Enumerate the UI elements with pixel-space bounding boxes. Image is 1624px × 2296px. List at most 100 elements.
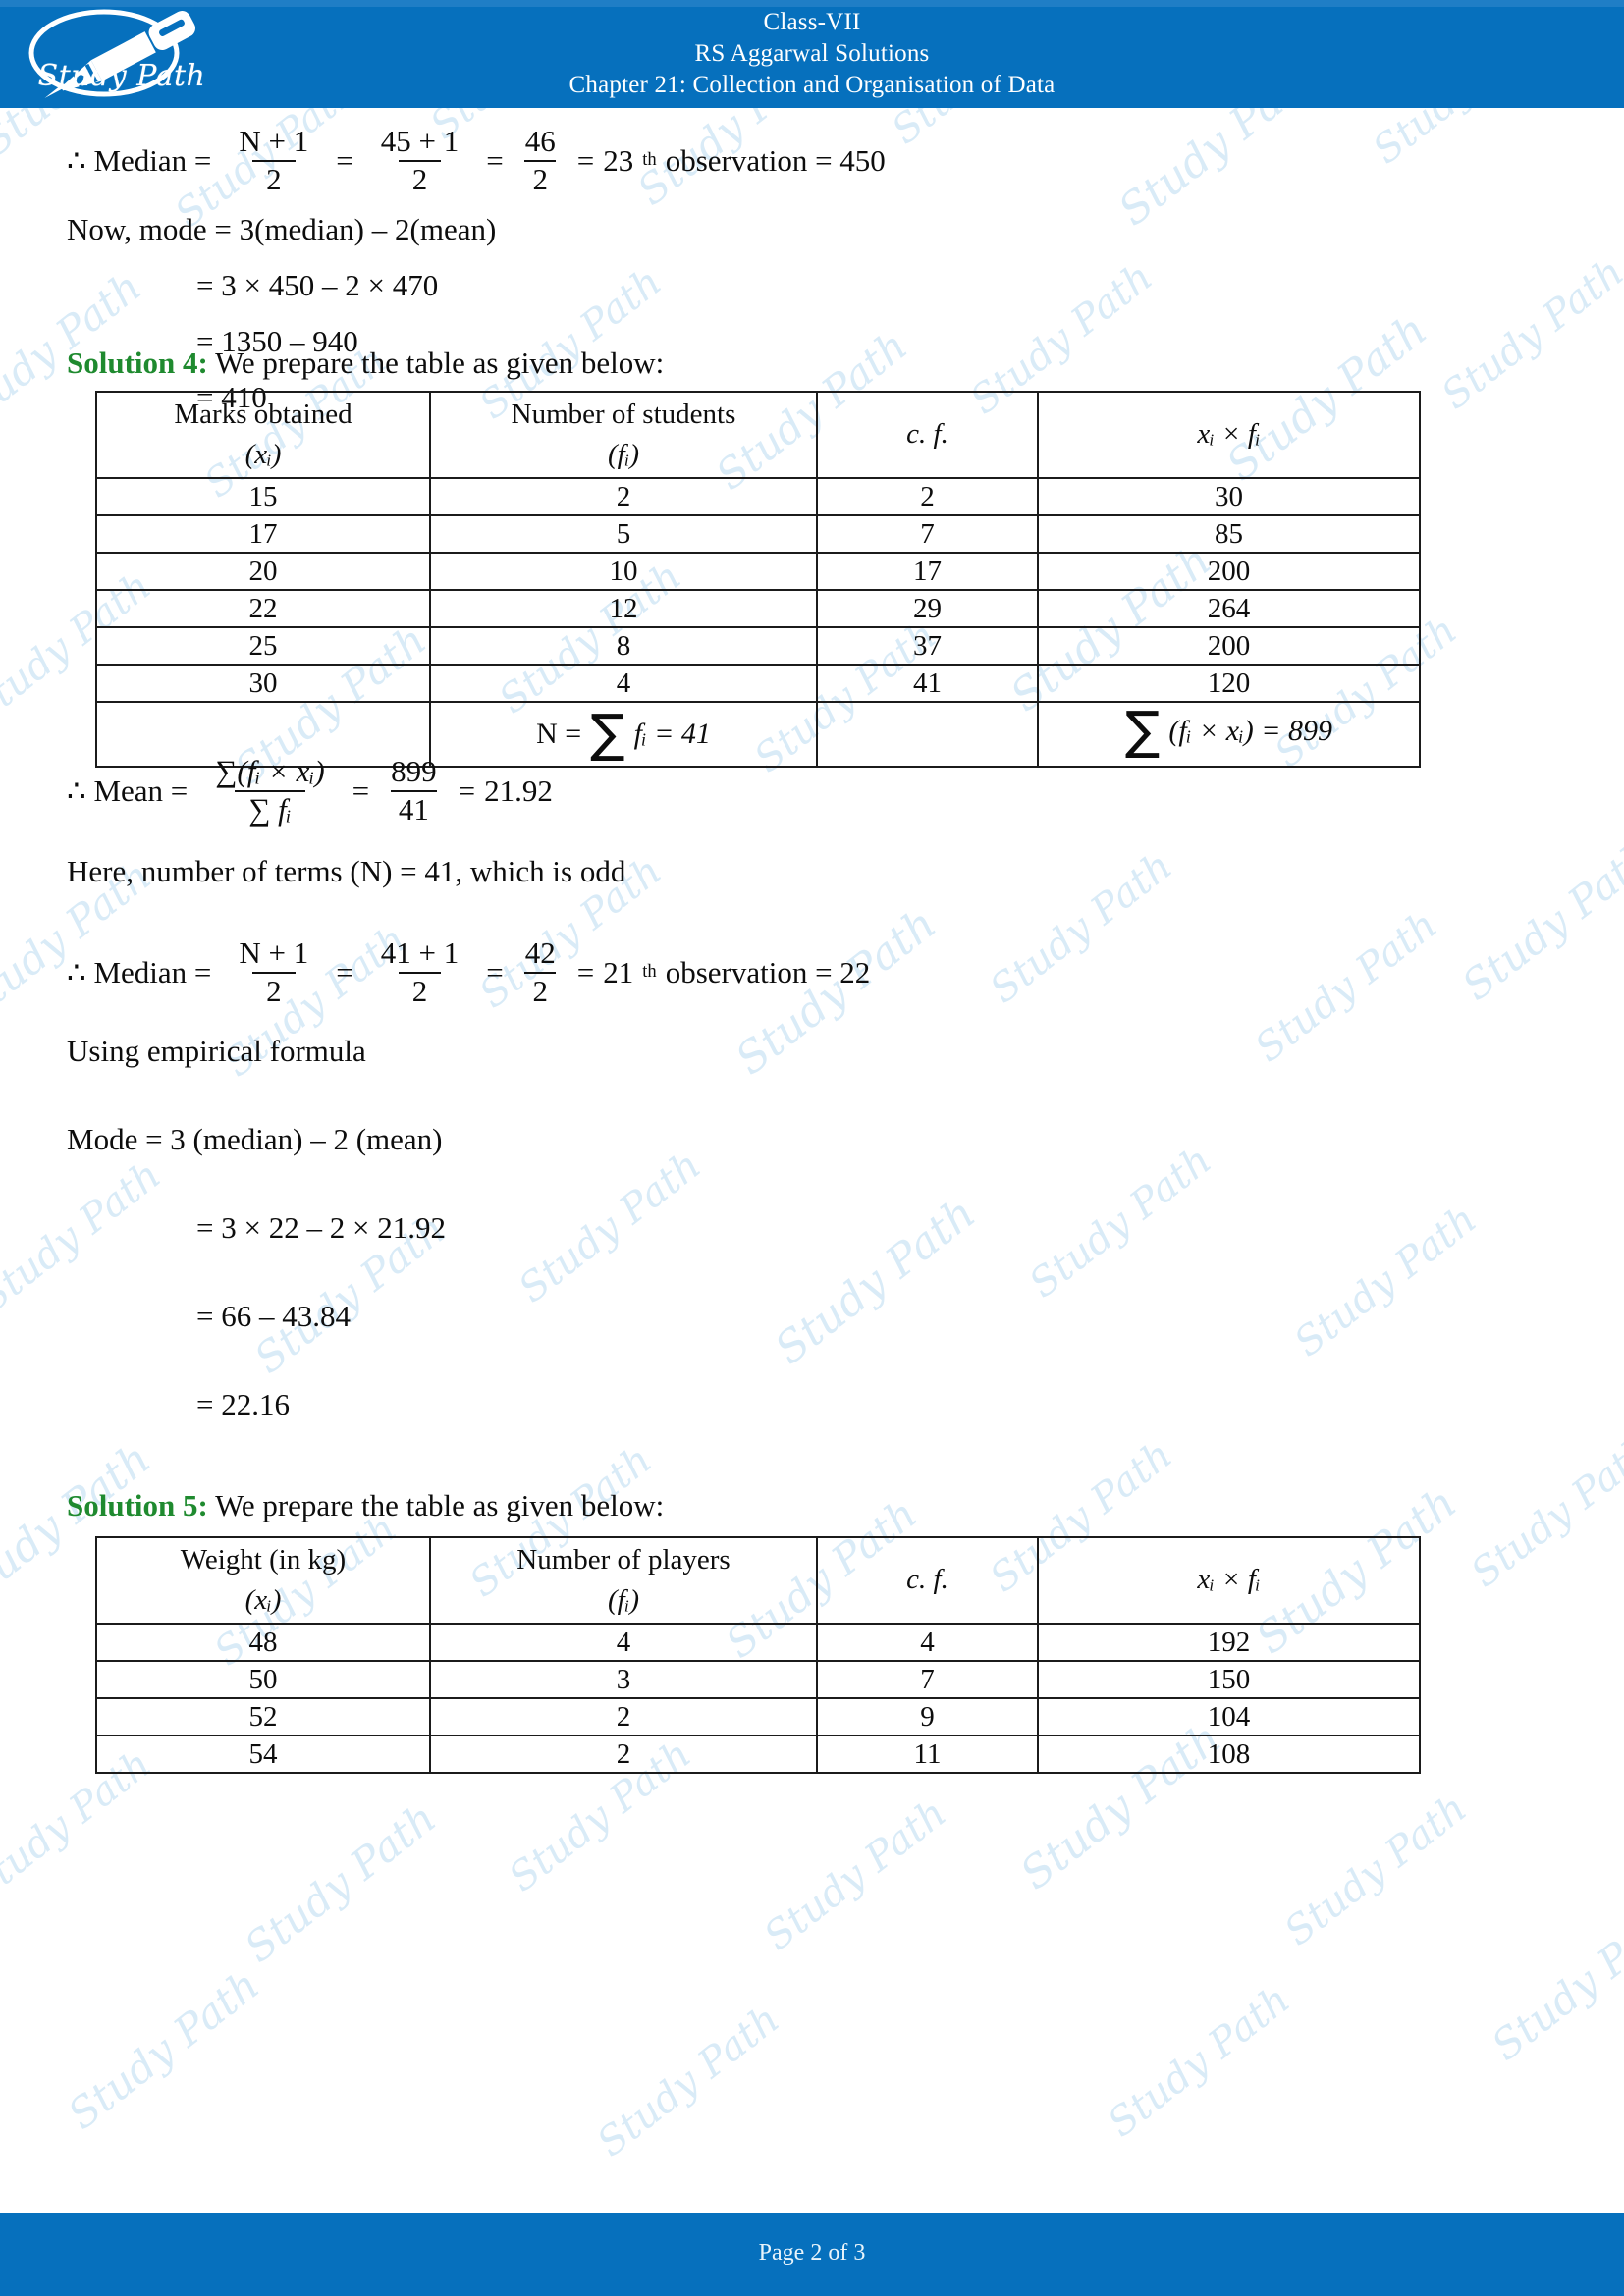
table-cell: 192 bbox=[1037, 1623, 1421, 1662]
sol4-mean-result: 21.92 bbox=[484, 774, 553, 809]
table-cell: 17 bbox=[95, 514, 431, 554]
header-main-text: c. f. bbox=[906, 1564, 948, 1596]
sol3-median-equation: ∴ Median = N + 1 2 = 45 + 1 2 = 46 2 = 2… bbox=[67, 124, 886, 196]
table-cell-empty bbox=[816, 701, 1039, 768]
fraction-numerator: 46 bbox=[524, 124, 556, 158]
fraction-46-over-2: 46 2 bbox=[517, 124, 564, 195]
watermark: Study Path bbox=[1434, 248, 1624, 419]
table-cell: 85 bbox=[1037, 514, 1421, 554]
solution5-table: Weight (in kg) (xᵢ) Number of players (f… bbox=[95, 1536, 1421, 1774]
header-sub-text: (xᵢ) bbox=[244, 1584, 282, 1616]
table-header-cell: Marks obtained (xᵢ) bbox=[95, 391, 431, 479]
equals-sign: = bbox=[486, 955, 504, 990]
table-cell: 120 bbox=[1037, 664, 1421, 703]
fraction-numerator: 41 + 1 bbox=[380, 935, 460, 970]
header-top-band bbox=[0, 0, 1624, 7]
header-sub-text: (fᵢ) bbox=[608, 1584, 639, 1616]
sigma-icon: ∑ bbox=[1124, 700, 1161, 761]
table-header-cell: Number of students (fᵢ) bbox=[429, 391, 818, 479]
table-row: 50 3 7 150 bbox=[95, 1660, 1421, 1699]
fraction-denominator: 2 bbox=[252, 159, 296, 196]
sol4-median-prefix: ∴ Median = bbox=[67, 955, 212, 990]
sol4-median-suffix: observation = 22 bbox=[665, 955, 871, 990]
watermark: Study Path bbox=[1286, 1196, 1486, 1366]
sigma-icon: ∑ bbox=[590, 703, 625, 764]
table-cell: 264 bbox=[1037, 589, 1421, 628]
table-cell: 108 bbox=[1037, 1735, 1421, 1774]
equals-sign: = bbox=[458, 774, 476, 809]
ordinal-suffix: th bbox=[642, 149, 657, 171]
header-main-text: xᵢ × fᵢ bbox=[1197, 418, 1261, 451]
sum-n-prefix: N = bbox=[536, 718, 582, 750]
table-row: 52 2 9 104 bbox=[95, 1697, 1421, 1736]
table-cell: 7 bbox=[816, 1660, 1039, 1699]
table-cell: 48 bbox=[95, 1623, 431, 1662]
sol4-empirical-label: Using empirical formula bbox=[67, 1034, 366, 1068]
fraction-denominator: 41 bbox=[390, 789, 437, 827]
fraction-denominator: 2 bbox=[398, 159, 442, 196]
table-cell: 104 bbox=[1037, 1697, 1421, 1736]
table-row: 15 2 2 30 bbox=[95, 477, 1421, 516]
header-title-block: Class-VII RS Aggarwal Solutions Chapter … bbox=[0, 7, 1624, 100]
fraction-numerator: ∑(fᵢ × xᵢ) bbox=[215, 754, 325, 788]
table-cell: 4 bbox=[429, 1623, 818, 1662]
sol3-mode-step-1: = 3 × 450 – 2 × 470 bbox=[196, 268, 439, 302]
page-number-label: Page 2 of 3 bbox=[758, 2240, 866, 2266]
table-cell: 2 bbox=[429, 1697, 818, 1736]
solution4-table: Marks obtained (xᵢ) Number of students (… bbox=[95, 391, 1421, 768]
table-cell: 200 bbox=[1037, 552, 1421, 591]
watermark: Study Path bbox=[1100, 1976, 1299, 2147]
sol4-mode-step-0: Mode = 3 (median) – 2 (mean) bbox=[67, 1122, 443, 1156]
solution5-label: Solution 5: bbox=[67, 1488, 208, 1522]
watermark: Study Path bbox=[766, 1188, 985, 1375]
table-row: 48 4 4 192 bbox=[95, 1623, 1421, 1662]
table-cell: 8 bbox=[429, 626, 818, 666]
sol4-mean-prefix: ∴ Mean = bbox=[67, 774, 189, 809]
table-cell: 2 bbox=[429, 477, 818, 516]
watermark: Study Path bbox=[982, 842, 1181, 1013]
fraction-denominator: 2 bbox=[252, 971, 296, 1008]
sol3-median-prefix: ∴ Median = bbox=[67, 143, 212, 179]
fraction-denominator: 2 bbox=[398, 971, 442, 1008]
watermark: Study Path bbox=[236, 1793, 445, 1972]
table-cell: 9 bbox=[816, 1697, 1039, 1736]
watermark: Study Path bbox=[1247, 901, 1446, 1072]
fraction-denominator: ∑ fᵢ bbox=[235, 789, 305, 827]
watermark: Study Path bbox=[1021, 1137, 1220, 1308]
table-cell: 15 bbox=[95, 477, 431, 516]
sol4-terms-line: Here, number of terms (N) = 41, which is… bbox=[67, 854, 626, 888]
equals-sign: = bbox=[336, 955, 353, 990]
watermark: Study Path bbox=[1110, 108, 1328, 237]
watermark: Study Path bbox=[1276, 1785, 1476, 1955]
table-cell: 41 bbox=[816, 664, 1039, 703]
table-header-cell: Number of players (fᵢ) bbox=[429, 1536, 818, 1625]
table-cell: 2 bbox=[816, 477, 1039, 516]
solution4-label: Solution 4: bbox=[67, 346, 208, 380]
table-header-cell: c. f. bbox=[816, 1536, 1039, 1625]
solution5-heading-row: Solution 5: We prepare the table as give… bbox=[67, 1490, 664, 1521]
sol3-median-suffix: observation = 450 bbox=[665, 143, 886, 179]
solution4-heading-row: Solution 4: We prepare the table as give… bbox=[67, 347, 664, 378]
fraction-numerator: 42 bbox=[524, 935, 556, 970]
table-header-cell: Weight (in kg) (xᵢ) bbox=[95, 1536, 431, 1625]
table-cell: 22 bbox=[95, 589, 431, 628]
table-cell: 30 bbox=[95, 664, 431, 703]
table-cell: 7 bbox=[816, 514, 1039, 554]
table-cell: 11 bbox=[816, 1735, 1039, 1774]
sol4-median-result: 21 bbox=[603, 955, 634, 990]
header-book-line: RS Aggarwal Solutions bbox=[694, 39, 930, 67]
table-row: 17 5 7 85 bbox=[95, 514, 1421, 554]
table-cell: 54 bbox=[95, 1735, 431, 1774]
table-cell: 4 bbox=[429, 664, 818, 703]
table-row: 22 12 29 264 bbox=[95, 589, 1421, 628]
table-cell: 2 bbox=[429, 1735, 818, 1774]
watermark: Study Path bbox=[1453, 831, 1624, 1010]
equals-sign: = bbox=[352, 774, 370, 809]
sol4-mode-step-3: = 22.16 bbox=[196, 1387, 290, 1421]
sol3-median-result: 23 bbox=[603, 143, 634, 179]
page-footer: Page 2 of 3 bbox=[0, 2213, 1624, 2296]
sol4-mean-equation: ∴ Mean = ∑(fᵢ × xᵢ) ∑ fᵢ = 899 41 = 21.9… bbox=[67, 754, 553, 827]
page-content: Study Path Study Path Study Path Study P… bbox=[0, 108, 1624, 2213]
equals-sign: = bbox=[336, 143, 353, 179]
solution5-intro: We prepare the table as given below: bbox=[215, 1488, 665, 1522]
